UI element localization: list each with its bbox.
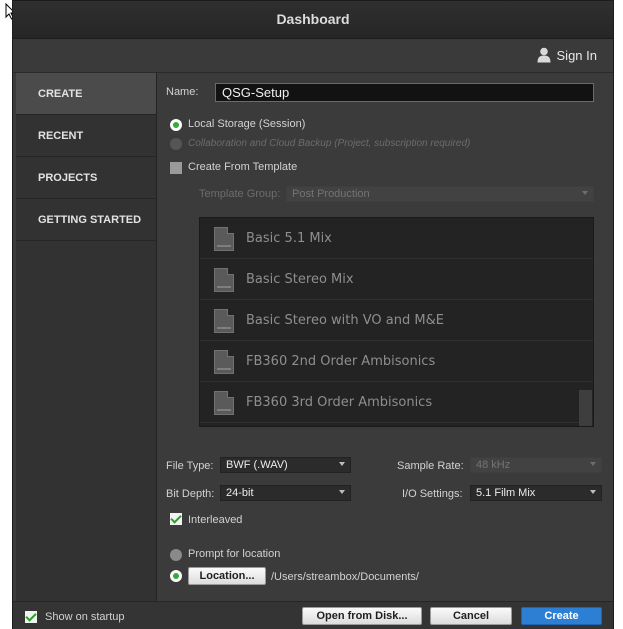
template-file-icon [214,350,234,374]
sign-in-label: Sign In [556,47,597,63]
bit-depth-select[interactable]: 24-bit [220,485,351,501]
chevron-down-icon [339,490,345,494]
io-settings-value: 5.1 Film Mix [476,487,536,499]
io-settings-select[interactable]: 5.1 Film Mix [470,485,602,501]
template-name: Basic Stereo Mix [246,272,354,287]
bit-depth-value: 24-bit [226,487,254,499]
io-settings-label: I/O Settings: [402,488,463,500]
sidebar-item-recent[interactable]: RECENT [16,115,156,157]
template-name: Basic 5.1 Mix [246,231,332,246]
name-label: Name: [166,86,199,98]
file-type-label: File Type: [166,460,214,472]
window-title: Dashboard [276,11,350,27]
template-list: Basic 5.1 Mix Basic Stereo Mix Basic Ste… [199,217,594,427]
file-type-value: BWF (.WAV) [226,459,288,471]
header-bar: Sign In [13,39,613,73]
list-item[interactable]: Basic 5.1 Mix [200,218,593,259]
create-button[interactable]: Create [521,607,602,625]
template-name: FB360 2nd Order Ambisonics [246,354,436,369]
sidebar-item-label: CREATE [38,88,83,100]
sidebar-item-label: GETTING STARTED [38,214,142,226]
create-from-template-label: Create From Template [188,161,298,173]
list-item[interactable]: FB360 3rd Order Ambisonics [200,382,593,423]
sidebar-item-getting-started[interactable]: GETTING STARTED [16,199,156,241]
list-item[interactable]: FB360 2nd Order Ambisonics [200,341,593,382]
sign-in-button[interactable]: Sign In [537,47,597,63]
prompt-location-radio[interactable] [170,549,182,561]
list-item[interactable]: Basic Stereo Mix [200,259,593,300]
sample-rate-value: 48 kHz [476,459,511,471]
template-group-select[interactable]: Post Production [286,186,594,202]
template-file-icon [214,227,234,251]
template-name: Basic Stereo with VO and M&E [246,313,444,328]
show-on-startup-label: Show on startup [45,611,125,623]
interleaved-label: Interleaved [188,514,243,526]
local-storage-radio[interactable] [170,119,182,131]
file-type-select[interactable]: BWF (.WAV) [220,457,351,473]
location-button[interactable]: Location... [188,567,266,585]
session-name-input[interactable] [215,83,594,102]
open-from-disk-button[interactable]: Open from Disk... [302,607,422,625]
local-storage-label: Local Storage (Session) [188,118,306,130]
template-name: FB360 3rd Order Ambisonics [246,395,433,410]
sidebar-item-label: RECENT [38,130,84,142]
footer-bar: Show on startup Open from Disk... Cancel… [13,601,613,629]
sidebar: CREATE RECENT PROJECTS GETTING STARTED [16,73,157,601]
cloud-storage-label: Collaboration and Cloud Backup (Project,… [188,138,471,149]
cancel-button[interactable]: Cancel [430,607,512,625]
template-file-icon [214,268,234,292]
sidebar-item-label: PROJECTS [38,172,98,184]
dashboard-window: Dashboard Sign In CREATE RECENT PROJECTS… [12,0,614,629]
location-radio[interactable] [170,570,182,582]
prompt-location-label: Prompt for location [188,548,281,560]
template-file-icon [214,309,234,333]
create-panel: Name: Local Storage (Session) Collaborat… [166,73,602,601]
chevron-down-icon [339,462,345,466]
template-file-icon [214,391,234,415]
show-on-startup-checkbox[interactable] [25,611,37,623]
sample-rate-label: Sample Rate: [397,460,464,472]
interleaved-checkbox[interactable] [170,513,182,525]
title-bar: Dashboard [13,1,613,39]
chevron-down-icon [590,462,596,466]
chevron-down-icon [582,191,588,195]
create-from-template-checkbox[interactable] [170,162,182,174]
location-path: /Users/streambox/Documents/ [271,571,419,583]
chevron-down-icon [590,490,596,494]
bit-depth-label: Bit Depth: [166,488,215,500]
list-item[interactable]: Basic Stereo with VO and M&E [200,300,593,341]
sample-rate-select[interactable]: 48 kHz [470,457,602,473]
sidebar-item-projects[interactable]: PROJECTS [16,157,156,199]
user-icon [537,47,551,63]
sidebar-item-create[interactable]: CREATE [16,73,156,115]
template-group-value: Post Production [292,188,370,200]
template-list-scrollbar[interactable] [579,390,592,426]
template-group-label: Template Group: [199,188,281,200]
cloud-storage-radio[interactable] [170,138,182,150]
